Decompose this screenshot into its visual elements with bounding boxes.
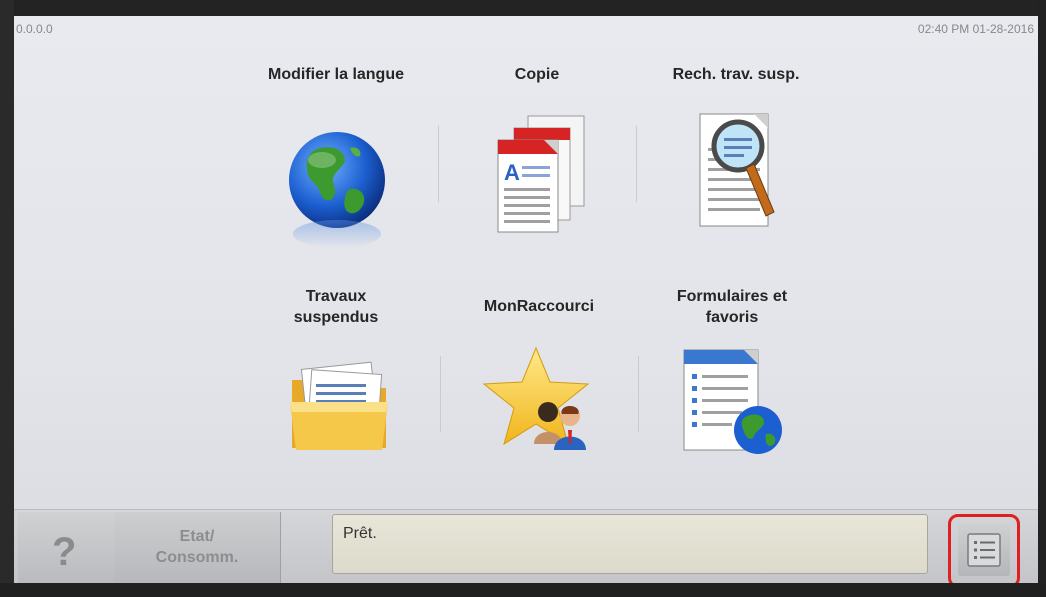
device-bezel-bottom — [0, 583, 1046, 597]
tile-label: Rech. trav. susp. — [672, 66, 800, 83]
tile-formulaires-et-favoris[interactable]: Formulaires et favoris — [632, 286, 832, 486]
tile-label: Formulaires et favoris — [676, 288, 788, 326]
date-time: 02:40 PM 01-28-2016 — [917, 22, 1034, 36]
status-supplies-label: Etat/ Consomm. — [155, 528, 239, 566]
touch-screen: 0.0.0.0 02:40 PM 01-28-2016 Modifier la … — [14, 16, 1038, 583]
tile-travaux-suspendus[interactable]: Travaux suspendus — [236, 286, 436, 486]
device-bezel-left — [0, 0, 14, 597]
help-question-icon: ? — [52, 530, 77, 574]
globe-icon — [289, 132, 385, 248]
menu-list-icon — [967, 533, 1001, 567]
device-bezel-top — [0, 0, 1046, 16]
document-globe-icon — [683, 349, 782, 454]
folder-documents-icon — [290, 361, 388, 450]
tile-rech-trav-susp[interactable]: Rech. trav. susp. — [636, 64, 836, 264]
device-bezel-right — [1038, 0, 1046, 597]
status-message-field: Prêt. — [332, 514, 928, 574]
tile-label: Modifier la langue — [267, 66, 404, 83]
help-button[interactable]: ? — [18, 512, 115, 583]
copy-documents-icon: A — [497, 115, 585, 233]
svg-text:A: A — [504, 160, 520, 185]
tile-copie[interactable]: Copie A — [438, 64, 636, 264]
menu-button[interactable] — [958, 524, 1010, 576]
tile-monraccourci[interactable]: MonRaccourci — [440, 286, 638, 486]
tile-label: Travaux suspendus — [293, 288, 379, 326]
tile-label: MonRaccourci — [440, 286, 638, 317]
tile-label-text: MonRaccourci — [483, 298, 595, 315]
status-supplies-button[interactable]: Etat/ Consomm. — [114, 512, 281, 583]
tile-modifier-la-langue[interactable]: Modifier la langue — [236, 64, 436, 264]
tile-label: Copie — [514, 66, 560, 83]
star-users-icon — [482, 346, 590, 450]
status-message: Prêt. — [343, 525, 377, 542]
ip-address: 0.0.0.0 — [16, 22, 53, 36]
search-document-magnifier-icon — [699, 113, 775, 227]
